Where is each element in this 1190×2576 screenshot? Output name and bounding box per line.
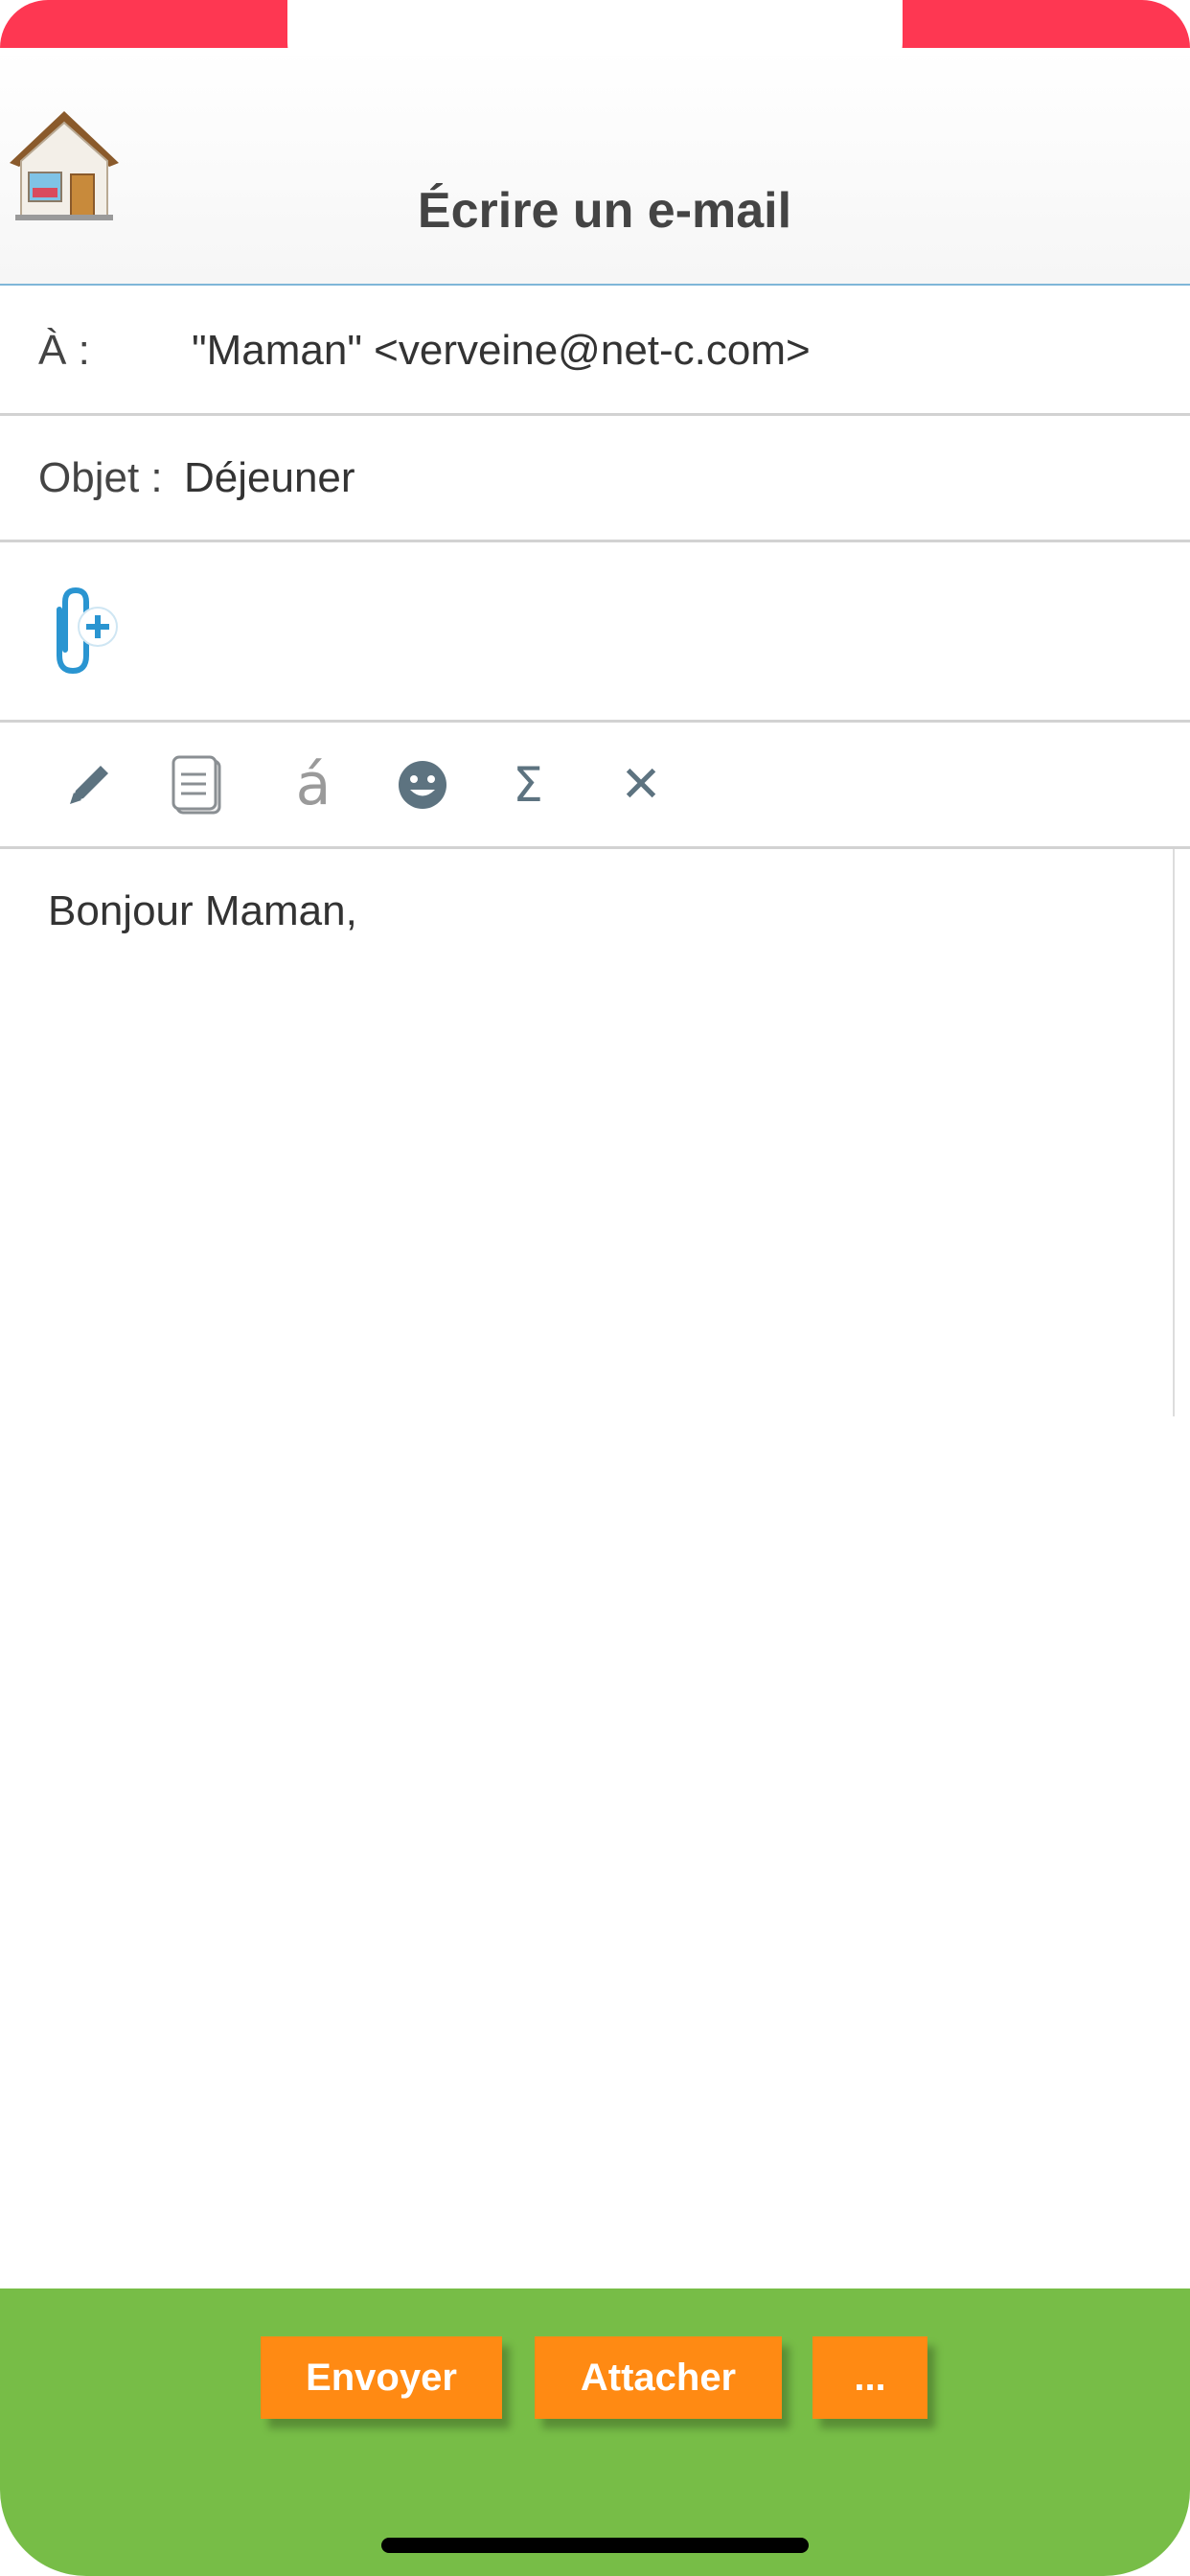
attach-button[interactable]: Attacher xyxy=(535,2336,782,2419)
to-row[interactable]: À : "Maman" <verveine@net-c.com> xyxy=(0,288,1190,416)
close-icon: ✕ xyxy=(620,756,662,814)
attachment-row xyxy=(0,542,1190,723)
message-body[interactable]: Bonjour Maman, xyxy=(0,849,1175,1416)
subject-row[interactable]: Objet : Déjeuner xyxy=(0,416,1190,542)
to-field[interactable]: "Maman" <verveine@net-c.com> xyxy=(192,327,811,375)
paperclip-add-icon xyxy=(57,586,118,675)
status-bar-right xyxy=(893,0,1190,48)
pencil-icon xyxy=(70,766,108,804)
send-button[interactable]: Envoyer xyxy=(261,2336,502,2419)
subject-label: Objet : xyxy=(38,453,163,501)
pencil-button[interactable] xyxy=(56,751,123,818)
accent-icon: á xyxy=(295,751,332,818)
sigma-button[interactable]: Σ xyxy=(494,751,561,818)
accent-button[interactable]: á xyxy=(280,751,347,818)
more-button[interactable]: ... xyxy=(812,2336,927,2419)
smiley-button[interactable] xyxy=(389,751,456,818)
to-label: À : xyxy=(38,326,90,374)
sigma-icon: Σ xyxy=(513,757,543,813)
header xyxy=(0,48,1190,286)
add-attachment-button[interactable] xyxy=(38,581,125,677)
page-title: Écrire un e-mail xyxy=(417,183,792,239)
document-icon xyxy=(172,755,221,815)
compose-screen: Écrire un e-mail À : "Maman" <verveine@n… xyxy=(0,0,1190,2576)
document-button[interactable] xyxy=(165,751,232,818)
home-indicator[interactable] xyxy=(381,2538,809,2553)
message-text: Bonjour Maman, xyxy=(48,887,357,934)
status-bar-left xyxy=(0,0,299,48)
subject-field[interactable]: Déjeuner xyxy=(184,454,355,502)
smiley-icon xyxy=(399,761,446,809)
clear-format-button[interactable]: ✕ xyxy=(607,751,675,818)
format-toolbar: á Σ ✕ xyxy=(0,723,1190,849)
bottom-bar: Envoyer Attacher ... xyxy=(0,2288,1190,2576)
